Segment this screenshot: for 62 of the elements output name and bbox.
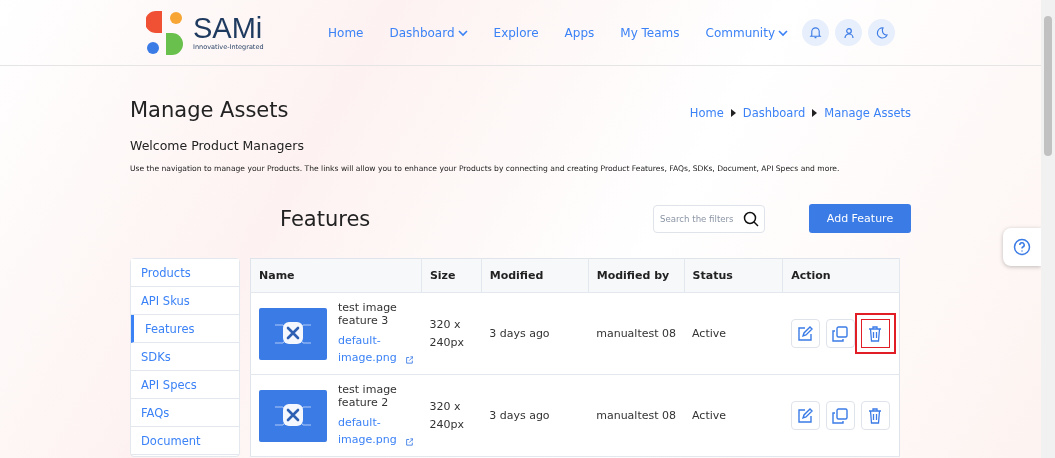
edit-icon: [797, 407, 814, 424]
file-link[interactable]: default-image.png: [338, 415, 402, 448]
column-header: Modified: [481, 258, 589, 293]
feature-name: test image feature 3: [338, 301, 398, 327]
copy-button[interactable]: [825, 401, 855, 430]
bell-icon: [809, 26, 822, 39]
column-header: Size: [421, 258, 482, 293]
sidebar-item[interactable]: Features: [131, 315, 239, 343]
trash-icon: [868, 407, 883, 424]
copy-icon: [832, 325, 849, 342]
column-header: Modified by: [588, 258, 685, 293]
external-link-icon[interactable]: [405, 354, 414, 366]
edit-button[interactable]: [790, 401, 820, 430]
user-icon: [842, 26, 855, 39]
help-button[interactable]: [1003, 228, 1041, 266]
caret-right-icon: [812, 109, 818, 117]
search-icon: [743, 210, 759, 227]
breadcrumb-link[interactable]: Manage Assets: [824, 106, 911, 120]
nav-link[interactable]: Explore: [493, 25, 539, 40]
trash-icon: [868, 325, 883, 342]
copy-button[interactable]: [825, 319, 855, 348]
column-header: Status: [684, 258, 783, 293]
feature-name: test image feature 2: [338, 383, 398, 409]
notifications-button[interactable]: [802, 19, 829, 46]
table-cell: 320 x 240px: [421, 292, 482, 375]
page-title: Manage Assets: [130, 98, 289, 122]
welcome-heading: Welcome Product Managers: [130, 138, 305, 153]
table-cell: Active: [684, 292, 783, 375]
nav-link[interactable]: Dashboard: [389, 25, 468, 40]
column-header: Action: [782, 258, 900, 293]
edit-button[interactable]: [790, 319, 820, 348]
table-cell: manualtest 08: [588, 292, 685, 375]
table-cell: 3 days ago: [481, 374, 589, 457]
table-cell: 3 days ago: [481, 292, 589, 375]
theme-button[interactable]: [868, 19, 895, 46]
table-cell: Active: [684, 374, 783, 457]
sidebar-item[interactable]: Products: [131, 259, 239, 287]
nav-link[interactable]: Home: [328, 25, 364, 40]
profile-button[interactable]: [835, 19, 862, 46]
copy-icon: [832, 407, 849, 424]
edit-icon: [797, 325, 814, 342]
section-title: Features: [280, 206, 372, 231]
nav-link[interactable]: Apps: [564, 25, 595, 40]
file-link[interactable]: default-image.png: [338, 333, 402, 366]
nav-link[interactable]: Community: [705, 25, 788, 40]
table-cell: 320 x 240px: [421, 374, 482, 457]
column-header: Name: [250, 258, 422, 293]
search-field[interactable]: Search the filters: [653, 204, 765, 233]
moon-icon: [875, 26, 888, 39]
caret-right-icon: [730, 109, 736, 117]
logo-text: SAMi: [193, 14, 264, 43]
scrollbar[interactable]: [1041, 0, 1055, 458]
table-cell: manualtest 08: [588, 374, 685, 457]
logo-icon: [146, 10, 185, 55]
breadcrumb-link[interactable]: Dashboard: [742, 106, 806, 120]
nav-link[interactable]: My Teams: [620, 25, 680, 40]
help-icon: [1013, 238, 1031, 256]
add-feature-button[interactable]: Add Feature: [809, 204, 911, 233]
external-link-icon[interactable]: [405, 436, 414, 448]
image-placeholder: [259, 389, 327, 442]
breadcrumb-link[interactable]: Home: [689, 106, 724, 120]
image-placeholder: [259, 307, 327, 360]
